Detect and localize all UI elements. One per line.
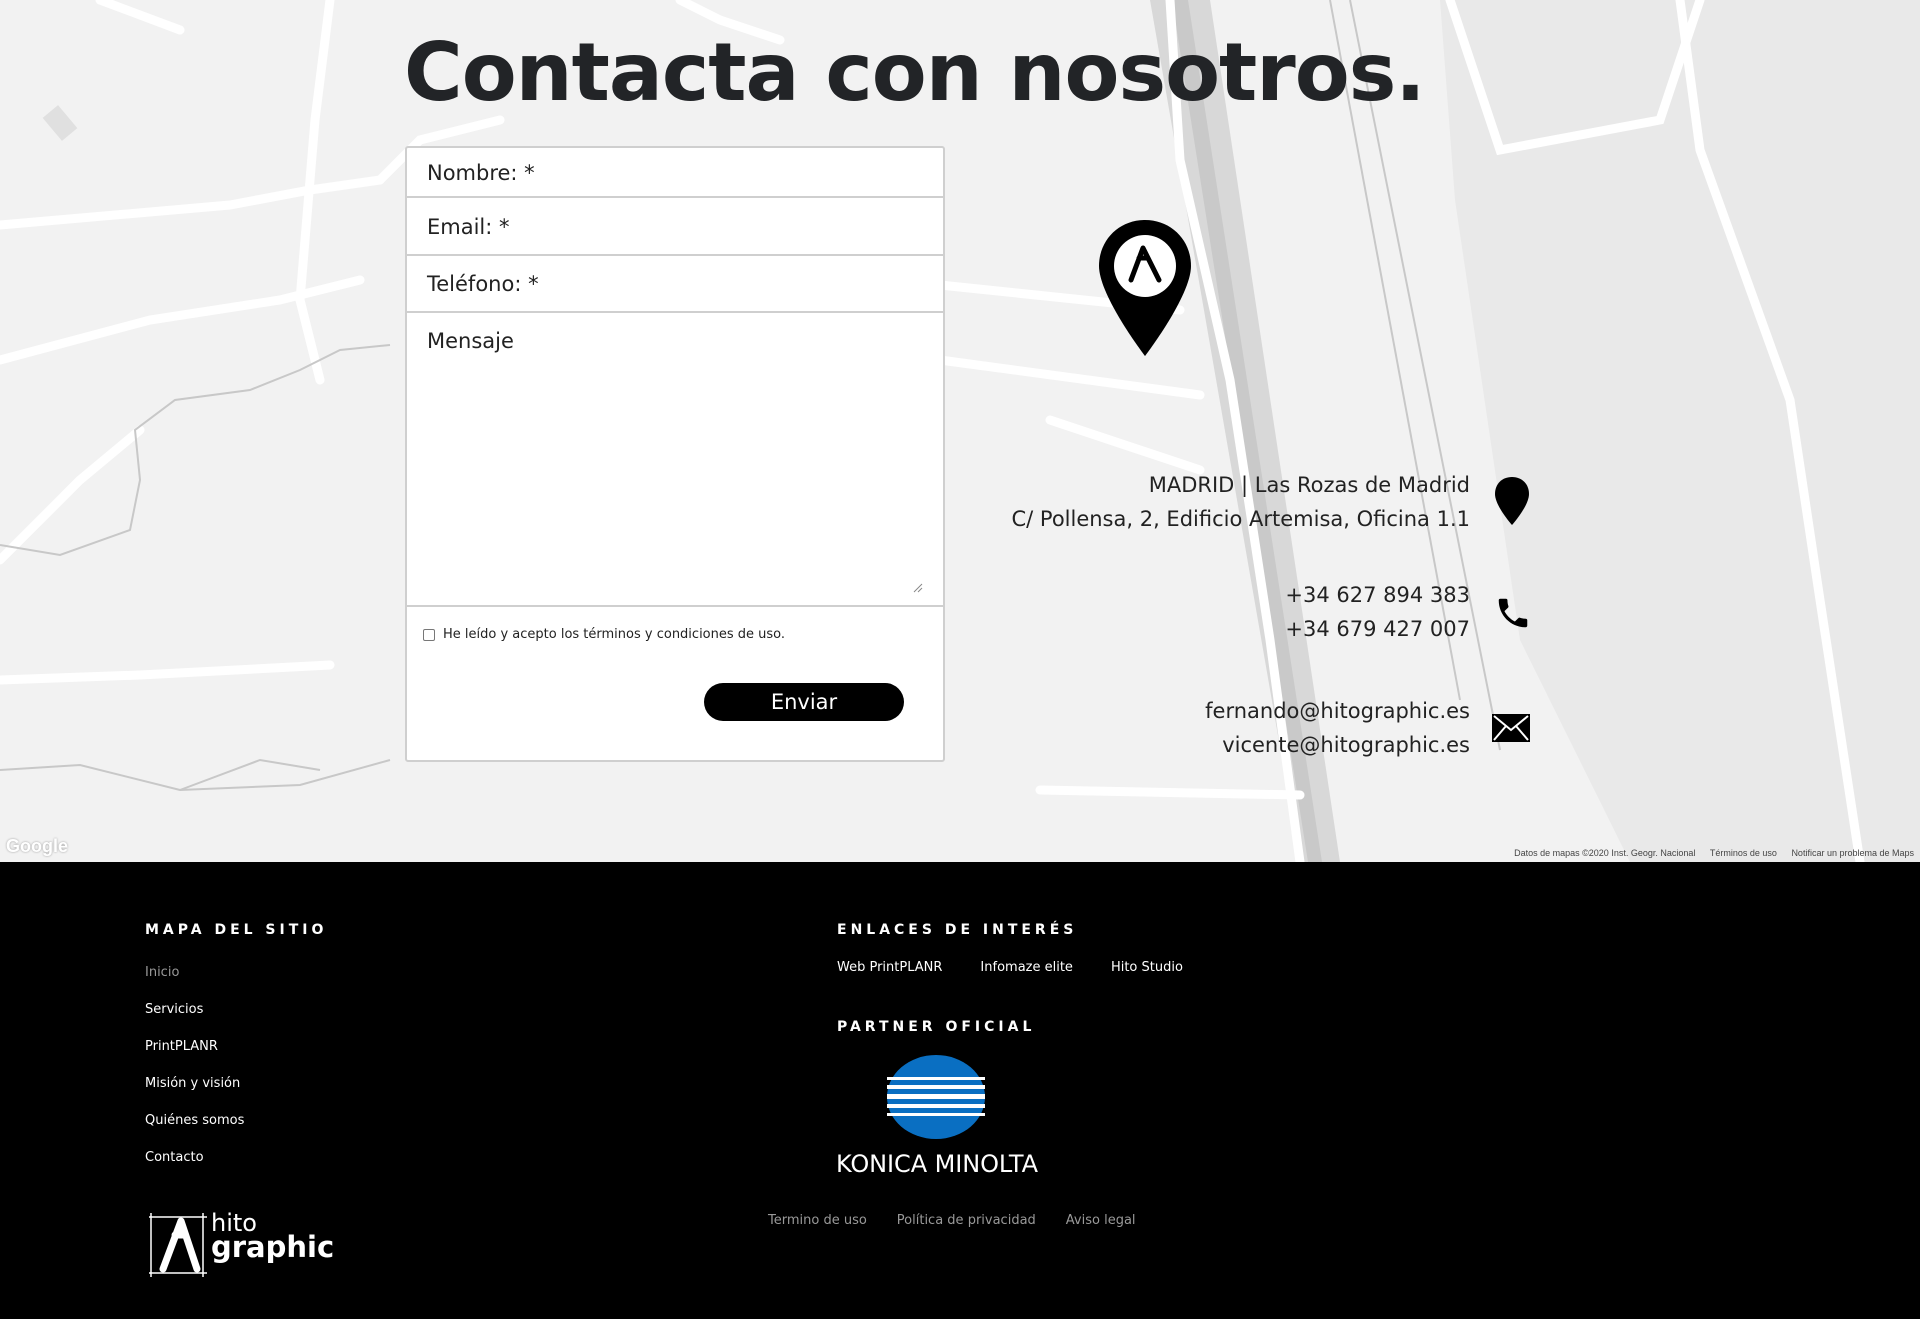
map-section[interactable]: Contacta con nosotros. Nombre: * Email: … [0, 0, 1920, 862]
legal-notice-link[interactable]: Aviso legal [1066, 1213, 1136, 1228]
sitemap-item-servicios[interactable]: Servicios [145, 991, 244, 1028]
phone-number-2[interactable]: +34 679 427 007 [1285, 612, 1470, 646]
sitemap-item-printplanr[interactable]: PrintPLANR [145, 1028, 244, 1065]
map-attribution: Datos de mapas ©2020 Inst. Geogr. Nacion… [1502, 848, 1914, 858]
submit-button[interactable]: Enviar [704, 683, 904, 721]
email-2[interactable]: vicente@hitographic.es [1205, 728, 1470, 762]
sitemap-list: Inicio Servicios PrintPLANR Misión y vis… [145, 954, 244, 1176]
terms-checkbox[interactable] [423, 628, 435, 641]
konica-minolta-wordmark: KONICA MINOLTA [836, 1150, 1039, 1178]
map-report-link[interactable]: Notificar un problema de Maps [1791, 848, 1914, 858]
sitemap-item-inicio[interactable]: Inicio [145, 954, 244, 991]
message-placeholder: Mensaje [427, 329, 514, 353]
address-line-2: C/ Pollensa, 2, Edificio Artemisa, Ofici… [1011, 507, 1470, 531]
konica-minolta-logo[interactable]: KONICA MINOLTA [836, 1054, 1046, 1185]
konica-minolta-globe-icon: KONICA MINOLTA [836, 1055, 1039, 1178]
legal-terms-link[interactable]: Termino de uso [768, 1213, 867, 1228]
link-web-printplanr[interactable]: Web PrintPLANR [837, 960, 942, 975]
legal-links: Termino de uso Política de privacidad Av… [768, 1213, 1136, 1228]
terms-label: He leído y acepto los términos y condici… [443, 627, 786, 642]
email-1[interactable]: fernando@hitographic.es [1205, 694, 1470, 728]
sitemap-heading: MAPA DEL SITIO [145, 922, 328, 938]
link-hito-studio[interactable]: Hito Studio [1111, 960, 1183, 975]
envelope-icon [1492, 714, 1530, 742]
phone-icon [1498, 598, 1528, 628]
location-marker-icon[interactable] [1095, 218, 1195, 358]
sitemap-item-contacto[interactable]: Contacto [145, 1139, 244, 1176]
hitographic-wordmark: hito graphic [211, 1211, 334, 1262]
hito-logo-mark-icon [149, 1213, 207, 1277]
name-field[interactable]: Nombre: * [407, 148, 943, 198]
links-heading: ENLACES DE INTERÉS [837, 922, 1078, 938]
footer: MAPA DEL SITIO Inicio Servicios PrintPLA… [0, 862, 1920, 1319]
map-data-credit: Datos de mapas ©2020 Inst. Geogr. Nacion… [1514, 848, 1696, 858]
map-terms-link[interactable]: Términos de uso [1710, 848, 1777, 858]
phone-field[interactable]: Teléfono: * [407, 256, 943, 313]
contact-form: Nombre: * Email: * Teléfono: * Mensaje H… [405, 146, 945, 762]
partner-heading: PARTNER OFICIAL [837, 1019, 1036, 1035]
google-logo: Google [6, 836, 68, 856]
hitographic-logo[interactable]: hito graphic [145, 1209, 334, 1286]
address-line-1: MADRID | Las Rozas de Madrid [1148, 473, 1470, 497]
address-block: MADRID | Las Rozas de Madrid C/ Pollensa… [1011, 468, 1470, 536]
link-infomaze[interactable]: Infomaze elite [980, 960, 1073, 975]
phone-number-1[interactable]: +34 627 894 383 [1285, 578, 1470, 612]
email-field[interactable]: Email: * [407, 198, 943, 256]
resize-handle-icon[interactable] [913, 583, 923, 593]
links-list: Web PrintPLANR Infomaze elite Hito Studi… [837, 960, 1183, 975]
sitemap-item-quienes[interactable]: Quiénes somos [145, 1102, 244, 1139]
brand-line-2: graphic [211, 1230, 335, 1264]
terms-checkbox-row[interactable]: He leído y acepto los términos y condici… [423, 627, 785, 642]
message-field[interactable]: Mensaje [407, 313, 943, 607]
page-title: Contacta con nosotros. [404, 26, 1426, 119]
sitemap-item-mision[interactable]: Misión y visión [145, 1065, 244, 1102]
map-background [0, 0, 1920, 862]
phones-block: +34 627 894 383 +34 679 427 007 [1285, 578, 1470, 646]
legal-privacy-link[interactable]: Política de privacidad [897, 1213, 1036, 1228]
map-pin-icon [1495, 477, 1529, 525]
emails-block: fernando@hitographic.es vicente@hitograp… [1205, 694, 1470, 762]
